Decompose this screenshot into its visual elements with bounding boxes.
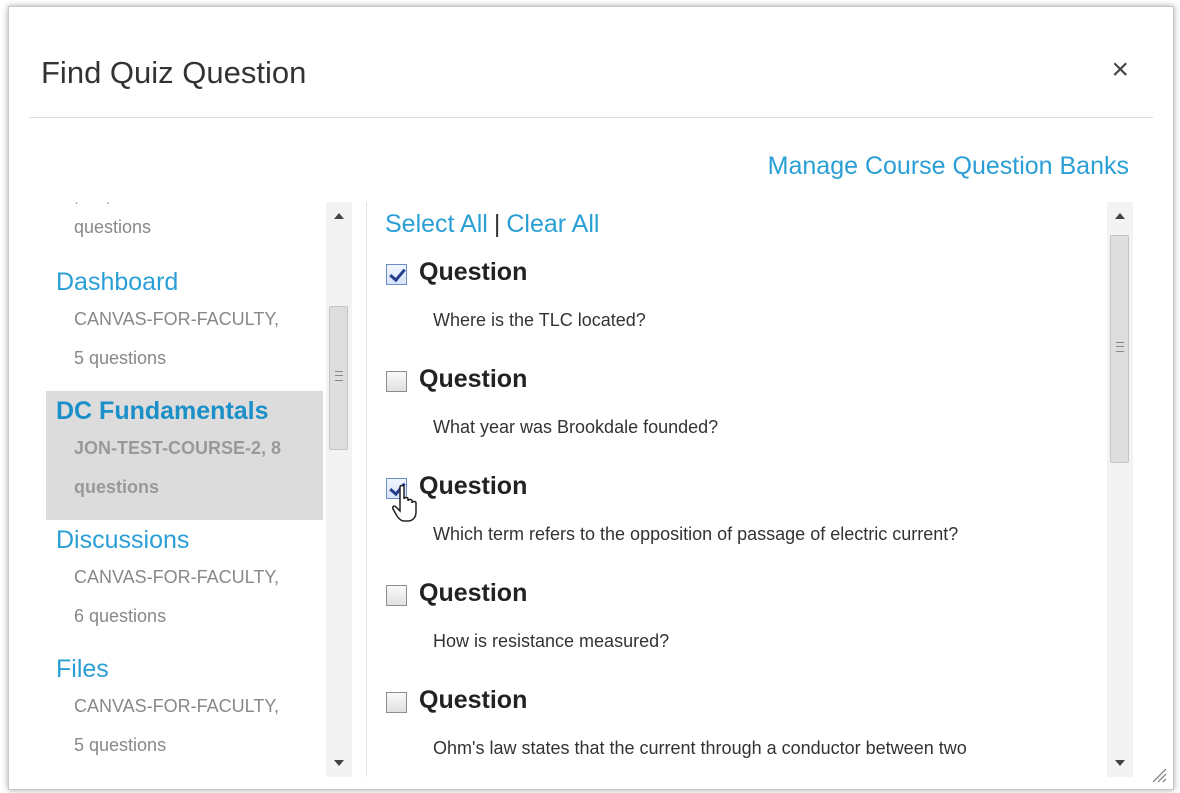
question-item: Question Which term refers to the opposi… (377, 468, 1103, 573)
questions-scroll-thumb[interactable] (1110, 235, 1129, 463)
select-all-link[interactable]: Select All (385, 210, 488, 238)
bank-name[interactable]: DC Fundamentals (56, 397, 269, 426)
resize-grip-icon[interactable] (1151, 767, 1167, 783)
scroll-up-arrow-icon[interactable] (1115, 213, 1125, 219)
scrolled-fragment: · · (74, 202, 117, 211)
bank-course: JON-TEST-COURSE-2, 8 (74, 438, 282, 458)
question-item: Question What year was Brookdale founded… (377, 361, 1103, 466)
dialog-title: Find Quiz Question (41, 55, 307, 90)
bank-course: CANVAS-FOR-FACULTY, (74, 567, 280, 587)
question-title: Question (419, 579, 528, 607)
question-checkbox[interactable] (386, 371, 407, 392)
question-text: What year was Brookdale founded? (433, 417, 719, 437)
question-text: Ohm's law states that the current throug… (433, 738, 967, 758)
scroll-up-arrow-icon[interactable] (334, 213, 344, 219)
question-bank-list: · · questions Dashboard CANVAS-FOR-FACUL… (46, 202, 323, 777)
sidebar-scrollbar[interactable] (326, 202, 352, 777)
question-title: Question (419, 686, 528, 714)
bank-item-discussions[interactable]: Discussions CANVAS-FOR-FACULTY, 6 questi… (46, 520, 323, 649)
bank-item-dc-fundamentals[interactable]: DC Fundamentals JON-TEST-COURSE-2, 8 que… (46, 391, 323, 520)
bank-item-dashboard[interactable]: Dashboard CANVAS-FOR-FACULTY, 5 question… (46, 262, 323, 391)
separator: | (493, 210, 501, 238)
question-checkbox[interactable] (386, 264, 407, 285)
hand-pointer-icon (392, 484, 417, 522)
header-divider (29, 117, 1153, 118)
question-title: Question (419, 258, 528, 286)
bank-name[interactable]: Discussions (56, 526, 189, 555)
grip-icon (1116, 342, 1124, 352)
bank-count: 5 questions (74, 348, 167, 368)
bank-name[interactable]: Dashboard (56, 268, 178, 297)
question-item: Question How is resistance measured? (377, 575, 1103, 680)
bank-name[interactable]: Files (56, 655, 109, 684)
question-item: Question Ohm's law states that the curre… (377, 682, 1103, 777)
question-checkbox[interactable] (386, 692, 407, 713)
select-controls: Select All | Clear All (385, 210, 599, 239)
sidebar-scroll-thumb[interactable] (329, 306, 348, 450)
bank-count: 5 questions (74, 735, 167, 755)
question-title: Question (419, 472, 528, 500)
close-icon[interactable]: × (1111, 55, 1129, 85)
question-item: Question Where is the TLC located? (377, 254, 1103, 359)
question-title: Question (419, 365, 528, 393)
question-list-panel: Select All | Clear All Question Where is t… (377, 202, 1103, 777)
question-text: How is resistance measured? (433, 631, 670, 651)
grip-icon (335, 371, 343, 381)
bank-course: CANVAS-FOR-FACULTY, (74, 309, 280, 329)
panel-separator (366, 202, 367, 777)
bank-count: questions (74, 477, 160, 497)
clear-all-link[interactable]: Clear All (506, 210, 599, 238)
bank-count: 6 questions (74, 606, 167, 626)
bank-course: CANVAS-FOR-FACULTY, (74, 696, 280, 716)
manage-course-question-banks-link[interactable]: Manage Course Question Banks (768, 152, 1129, 181)
find-quiz-question-dialog: Find Quiz Question × Manage Course Quest… (8, 6, 1174, 790)
question-text: Which term refers to the opposition of p… (433, 524, 959, 544)
bank-count-partial: questions (74, 217, 152, 237)
question-checkbox[interactable] (386, 585, 407, 606)
questions-scrollbar[interactable] (1107, 202, 1133, 777)
question-text: Where is the TLC located? (433, 310, 646, 330)
bank-item-files[interactable]: Files CANVAS-FOR-FACULTY, 5 questions (46, 649, 323, 777)
scroll-down-arrow-icon[interactable] (334, 760, 344, 766)
scroll-down-arrow-icon[interactable] (1115, 760, 1125, 766)
